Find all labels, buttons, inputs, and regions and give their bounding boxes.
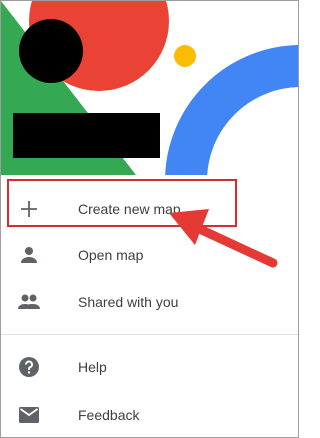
annotation-arrow bbox=[169, 209, 278, 268]
blue-arc bbox=[165, 45, 298, 175]
feedback-label: Feedback bbox=[78, 407, 140, 423]
drawer-menu: Create new map Open map Shared with you bbox=[0, 0, 299, 438]
feedback-item[interactable]: Feedback bbox=[1, 391, 298, 437]
account-name-redacted bbox=[13, 113, 160, 158]
shared-with-you-label: Shared with you bbox=[78, 294, 179, 310]
mail-icon bbox=[17, 403, 41, 427]
help-item[interactable]: Help bbox=[1, 343, 298, 391]
person-icon bbox=[17, 243, 41, 267]
account-header bbox=[1, 1, 298, 175]
help-circle-icon bbox=[17, 355, 41, 379]
open-map-label: Open map bbox=[78, 247, 144, 263]
menu-divider bbox=[1, 334, 298, 335]
yellow-dot bbox=[174, 45, 196, 67]
shared-with-you-item[interactable]: Shared with you bbox=[1, 278, 298, 326]
people-icon bbox=[17, 290, 41, 314]
avatar[interactable] bbox=[19, 19, 83, 83]
help-label: Help bbox=[78, 359, 107, 375]
